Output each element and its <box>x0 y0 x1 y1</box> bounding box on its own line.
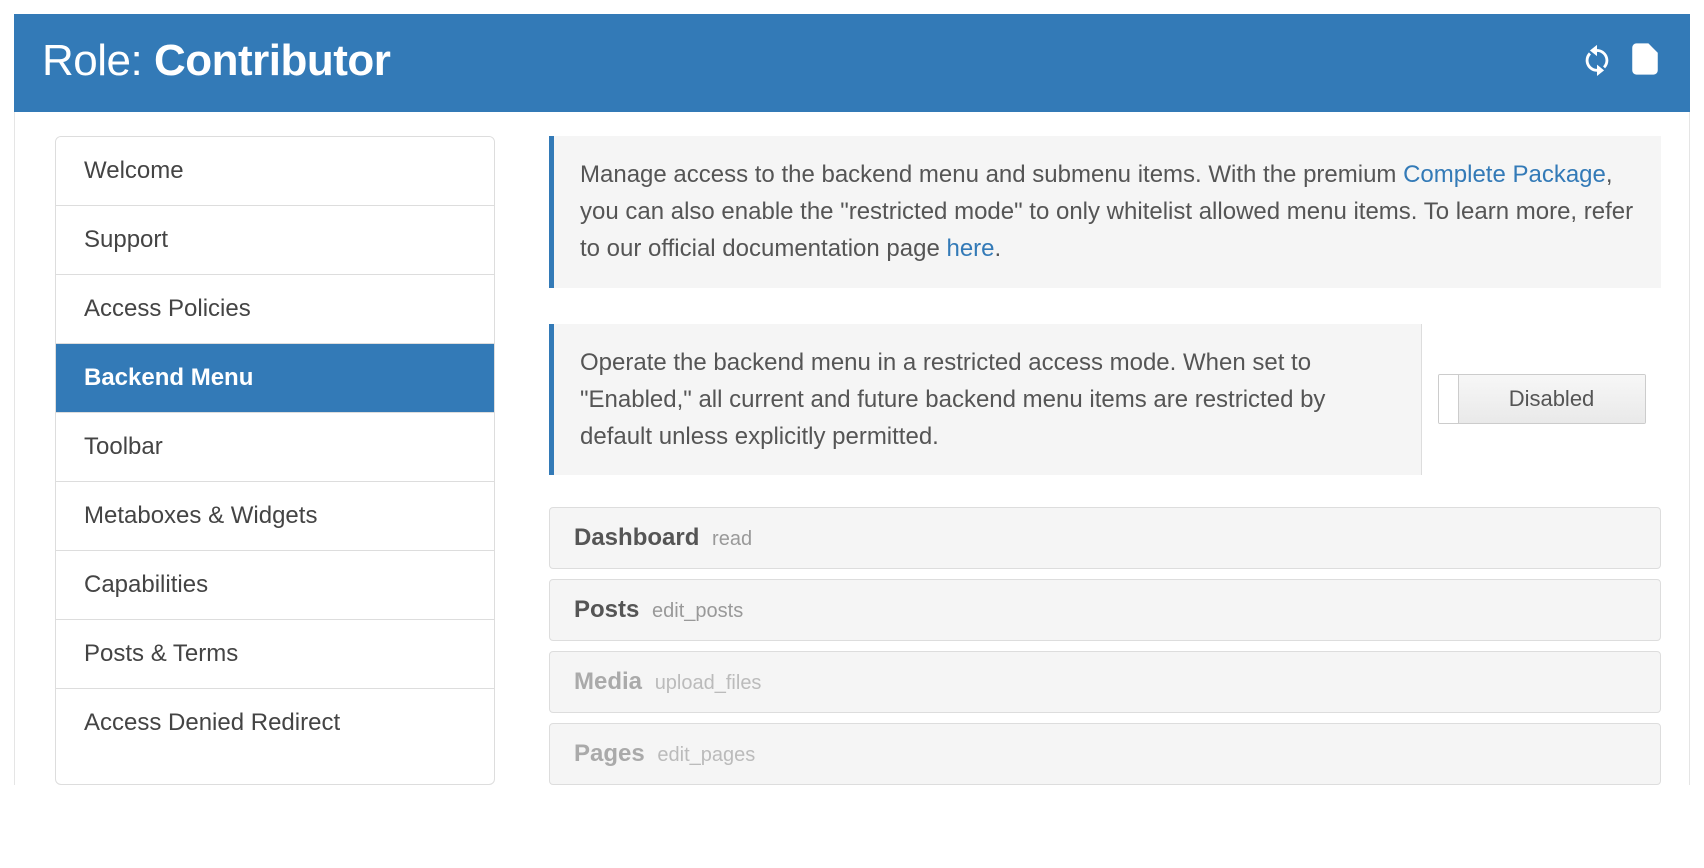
sidebar-item-label: Toolbar <box>84 433 163 460</box>
menu-item-capability: read <box>712 528 752 550</box>
sidebar-item-metaboxes-widgets[interactable]: Metaboxes & Widgets <box>56 482 494 551</box>
menu-item-capability: edit_pages <box>657 744 755 766</box>
toggle-knob <box>1439 375 1459 423</box>
page-title: Role: Contributor <box>42 36 390 86</box>
code-file-icon[interactable] <box>1628 42 1662 81</box>
sidebar-item-posts-terms[interactable]: Posts & Terms <box>56 620 494 689</box>
menu-item-dashboard[interactable]: Dashboard read <box>549 507 1661 569</box>
reset-icon[interactable] <box>1580 42 1614 81</box>
restricted-mode-description: Operate the backend menu in a restricted… <box>554 324 1421 476</box>
menu-item-media[interactable]: Media upload_files <box>549 651 1661 713</box>
menu-item-pages[interactable]: Pages edit_pages <box>549 723 1661 785</box>
header-actions <box>1580 42 1662 81</box>
sidebar-item-label: Backend Menu <box>84 364 253 391</box>
sidebar-item-welcome[interactable]: Welcome <box>56 137 494 206</box>
info-banner: Manage access to the backend menu and su… <box>549 136 1661 288</box>
title-prefix: Role: <box>42 36 154 85</box>
sidebar-item-support[interactable]: Support <box>56 206 494 275</box>
menu-item-capability: edit_posts <box>652 600 743 622</box>
sidebar-item-capabilities[interactable]: Capabilities <box>56 551 494 620</box>
main-content: Manage access to the backend menu and su… <box>549 136 1661 785</box>
sidebar-item-access-policies[interactable]: Access Policies <box>56 275 494 344</box>
menu-item-title: Media <box>574 668 642 695</box>
sidebar-item-label: Metaboxes & Widgets <box>84 502 317 529</box>
page-header: Role: Contributor <box>14 14 1690 112</box>
sidebar-item-label: Capabilities <box>84 571 208 598</box>
sidebar-item-backend-menu[interactable]: Backend Menu <box>56 344 494 413</box>
documentation-link[interactable]: here <box>946 235 994 262</box>
menu-item-title: Dashboard <box>574 524 699 551</box>
role-name: Contributor <box>154 36 390 85</box>
menu-item-title: Posts <box>574 596 639 623</box>
menu-item-title: Pages <box>574 740 645 767</box>
sidebar-item-label: Welcome <box>84 157 184 184</box>
sidebar-item-access-denied-redirect[interactable]: Access Denied Redirect <box>56 689 494 757</box>
sidebar-item-toolbar[interactable]: Toolbar <box>56 413 494 482</box>
sidebar-item-label: Support <box>84 226 168 253</box>
sidebar-item-label: Access Denied Redirect <box>84 709 340 736</box>
sidebar-item-label: Access Policies <box>84 295 251 322</box>
complete-package-link[interactable]: Complete Package <box>1403 161 1606 188</box>
menu-item-posts[interactable]: Posts edit_posts <box>549 579 1661 641</box>
info-text-1: Manage access to the backend menu and su… <box>580 161 1403 188</box>
info-text-3: . <box>995 235 1002 262</box>
restricted-mode-row: Operate the backend menu in a restricted… <box>549 324 1661 476</box>
restricted-mode-toggle[interactable]: Disabled <box>1438 374 1646 424</box>
restricted-mode-toggle-wrap: Disabled <box>1421 324 1661 476</box>
toggle-label: Disabled <box>1459 375 1645 423</box>
sidebar-item-label: Posts & Terms <box>84 640 238 667</box>
menu-item-capability: upload_files <box>655 672 762 694</box>
backend-menu-list: Dashboard read Posts edit_posts Media uplo… <box>549 507 1661 785</box>
sidebar-nav: Welcome Support Access Policies Backend Men… <box>55 136 495 785</box>
